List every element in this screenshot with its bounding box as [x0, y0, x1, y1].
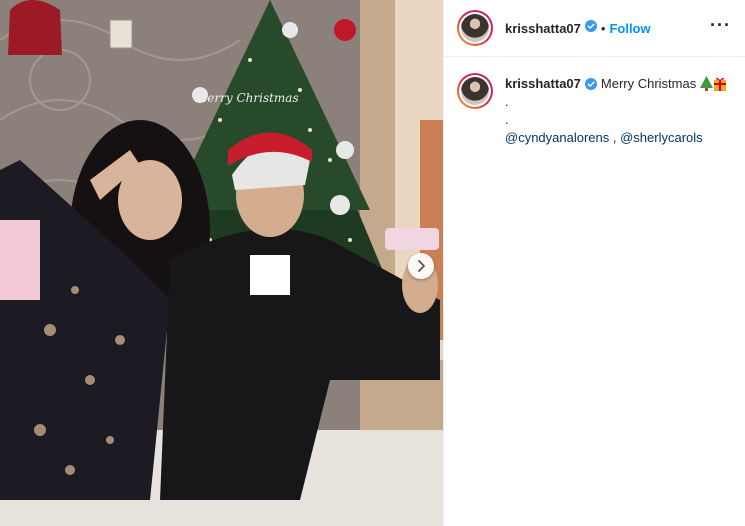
avatar[interactable]	[457, 10, 493, 46]
caption-avatar[interactable]	[457, 73, 493, 109]
follow-button[interactable]: Follow	[609, 21, 650, 36]
caption-text: Merry Christmas	[600, 76, 697, 91]
caption-dot-1: .	[505, 94, 509, 109]
verified-badge-icon	[584, 19, 597, 37]
post-header: krisshatta07 • Follow ···	[444, 0, 745, 57]
header-username[interactable]: krisshatta07	[505, 21, 581, 36]
gift-icon	[713, 76, 727, 96]
caption-username[interactable]: krisshatta07	[505, 76, 581, 91]
tree-sign: Merry Christmas	[194, 91, 299, 105]
christmas-tree-icon	[699, 76, 713, 96]
caption-dot-2: .	[505, 112, 509, 127]
post-side-panel: krisshatta07 • Follow ··· krisshatta07 Me…	[443, 0, 745, 526]
carousel-next-button[interactable]	[408, 253, 434, 279]
post-photo[interactable]: Merry Christmas	[0, 0, 443, 526]
photo-scene: Merry Christmas	[0, 0, 443, 526]
more-options-button[interactable]: ···	[710, 16, 731, 34]
chevron-right-icon	[418, 260, 425, 272]
caption-comment: krisshatta07 Merry Christmas . . @cyndya…	[444, 57, 745, 147]
header-separator: •	[600, 20, 606, 36]
mention-link[interactable]: @cyndyanalorens	[505, 130, 609, 145]
verified-badge-icon	[584, 77, 597, 95]
mention-link[interactable]: @sherlycarols	[620, 130, 703, 145]
caption-body: krisshatta07 Merry Christmas . . @cyndya…	[505, 73, 733, 147]
mention-separator: ,	[609, 130, 621, 145]
